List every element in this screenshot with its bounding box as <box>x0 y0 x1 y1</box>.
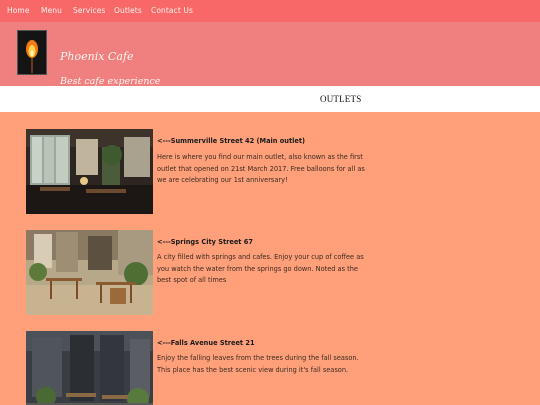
outlet-title: <---Falls Avenue Street 21 <box>157 339 255 347</box>
outlet-title: <---Springs City Street 67 <box>157 238 253 246</box>
nav-menu-link[interactable]: Menu <box>41 6 62 15</box>
outlet-image-springs <box>26 230 153 315</box>
outlet-description: Here is where you find our main outlet, … <box>157 153 365 184</box>
outlet-image-summerville <box>26 129 153 214</box>
flame-icon <box>18 31 46 74</box>
outlet-image-falls <box>26 331 153 405</box>
cafe-tagline: Best cafe experience <box>60 76 161 86</box>
top-nav: Home Menu Services Outlets Contact Us <box>0 0 540 22</box>
nav-outlets-link[interactable]: Outlets <box>114 6 142 15</box>
outlet-description: A city filled with springs and cafes. En… <box>157 253 364 284</box>
nav-home-link[interactable]: Home <box>7 6 30 15</box>
section-bar: OUTLETS <box>0 86 540 112</box>
cafe-brand-name: Phoenix Cafe <box>60 50 134 63</box>
cafe-logo <box>17 30 47 75</box>
nav-services-link[interactable]: Services <box>73 6 105 15</box>
nav-contact-link[interactable]: Contact Us <box>151 6 193 15</box>
hero-header: Phoenix Cafe Best cafe experience <box>0 22 540 86</box>
outlet-title: <---Summerville Street 42 (Main outlet) <box>157 137 306 145</box>
section-title: OUTLETS <box>320 94 362 104</box>
outlet-description: Enjoy the falling leaves from the trees … <box>157 354 359 374</box>
